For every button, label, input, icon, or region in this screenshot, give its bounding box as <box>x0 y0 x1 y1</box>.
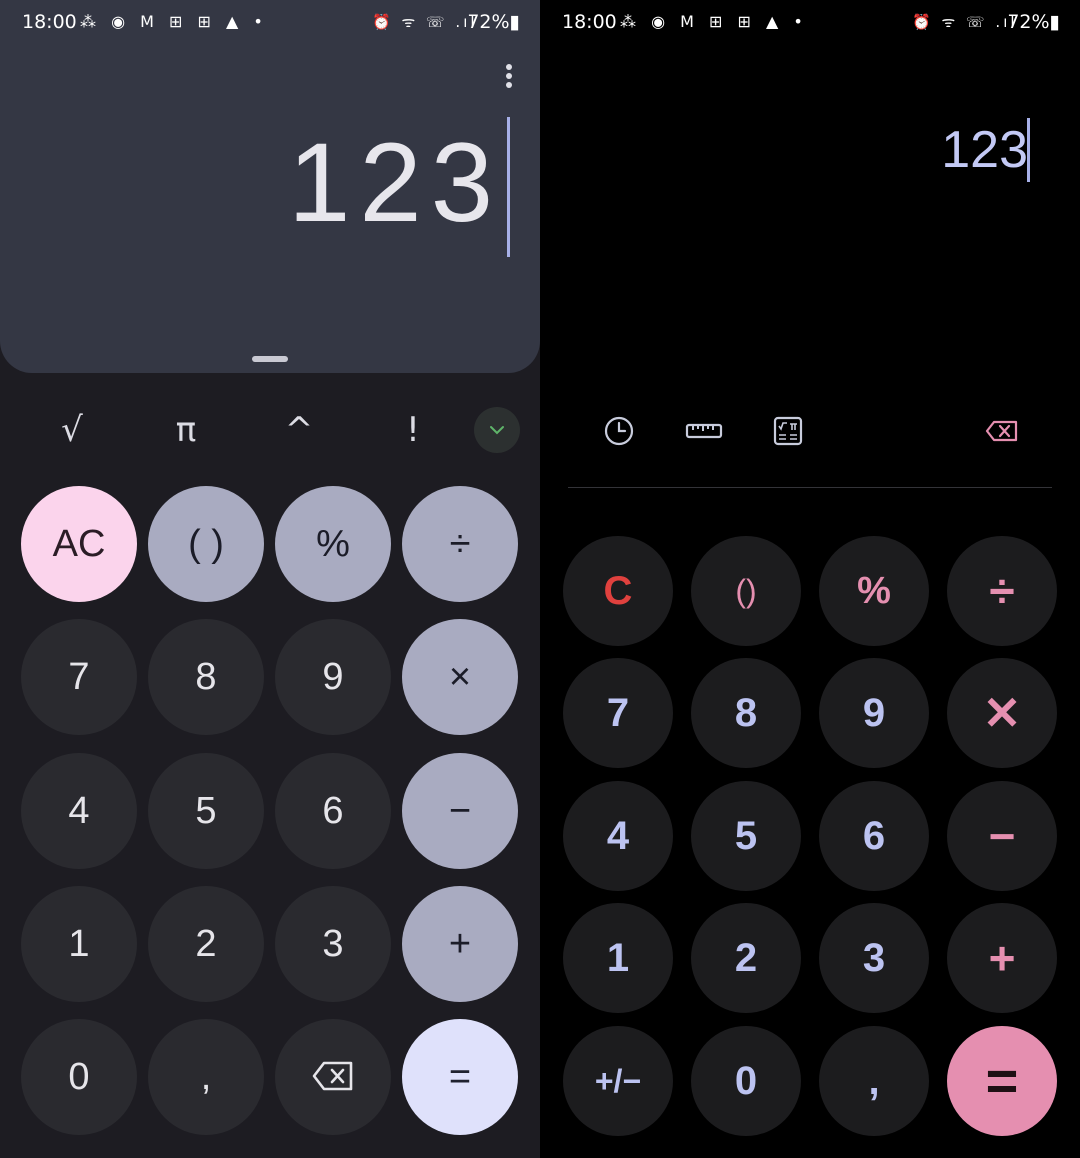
more-vert-icon[interactable] <box>500 64 518 92</box>
digit-8-button[interactable]: 8 <box>148 619 264 735</box>
plus-minus-button[interactable]: +/− <box>563 1026 673 1136</box>
minus-button[interactable]: − <box>947 781 1057 891</box>
equals-button[interactable]: = <box>402 1019 518 1135</box>
power-button[interactable]: ^ <box>259 405 339 455</box>
digit-3-button[interactable]: 3 <box>275 886 391 1002</box>
comma-button[interactable]: , <box>819 1026 929 1136</box>
multiply-button[interactable]: × <box>402 619 518 735</box>
digit-5-button[interactable]: 5 <box>691 781 801 891</box>
digit-7-button[interactable]: 7 <box>21 619 137 735</box>
digit-9-button[interactable]: 9 <box>275 619 391 735</box>
digit-6-button[interactable]: 6 <box>275 753 391 869</box>
text-cursor <box>507 117 510 257</box>
parentheses-button[interactable]: () <box>691 536 801 646</box>
digit-1-button[interactable]: 1 <box>21 886 137 1002</box>
status-time: 18:00 <box>562 11 617 33</box>
digit-4-button[interactable]: 4 <box>563 781 673 891</box>
sqrt-button[interactable]: √ <box>32 405 112 455</box>
clear-button[interactable]: C <box>563 536 673 646</box>
digit-1-button[interactable]: 1 <box>563 903 673 1013</box>
percent-button[interactable]: % <box>275 486 391 602</box>
digit-7-button[interactable]: 7 <box>563 658 673 768</box>
status-bar: 18:00 ⁂ ◉ M ⊞ ⊞ ▲ • ⏰ ᯤ ☏ .ıl 72%▮ <box>540 0 1080 46</box>
text-cursor <box>1027 118 1030 182</box>
percent-button[interactable]: % <box>819 536 929 646</box>
digit-8-button[interactable]: 8 <box>691 658 801 768</box>
plus-button[interactable]: + <box>402 886 518 1002</box>
backspace-icon[interactable] <box>984 414 1020 448</box>
status-time: 18:00 <box>22 11 77 33</box>
pi-button[interactable]: π <box>146 405 226 455</box>
digit-2-button[interactable]: 2 <box>691 903 801 1013</box>
status-bar: 18:00 ⁂ ◉ M ⊞ ⊞ ▲ • ⏰ ᯤ ☏ .ıl 72%▮ <box>0 0 540 46</box>
battery-level: 72%▮ <box>1007 11 1060 33</box>
digit-2-button[interactable]: 2 <box>148 886 264 1002</box>
minus-button[interactable]: − <box>402 753 518 869</box>
digit-0-button[interactable]: 0 <box>691 1026 801 1136</box>
digit-9-button[interactable]: 9 <box>819 658 929 768</box>
equals-button[interactable]: = <box>947 1026 1057 1136</box>
digit-5-button[interactable]: 5 <box>148 753 264 869</box>
system-status-icons: ⏰ ᯤ ☏ .ıl <box>372 13 478 31</box>
digit-4-button[interactable]: 4 <box>21 753 137 869</box>
divider <box>568 487 1052 488</box>
divide-button[interactable]: ÷ <box>402 486 518 602</box>
digit-0-button[interactable]: 0 <box>21 1019 137 1135</box>
drag-handle[interactable] <box>252 356 288 362</box>
backspace-button[interactable] <box>275 1019 391 1135</box>
digit-6-button[interactable]: 6 <box>819 781 929 891</box>
notification-icons: ⁂ ◉ M ⊞ ⊞ ▲ • <box>80 12 268 31</box>
plus-button[interactable]: + <box>947 903 1057 1013</box>
expression-display[interactable]: 123 <box>288 118 502 258</box>
chevron-down-icon <box>490 426 504 435</box>
notification-icons: ⁂ ◉ M ⊞ ⊞ ▲ • <box>620 12 808 31</box>
digit-3-button[interactable]: 3 <box>819 903 929 1013</box>
system-status-icons: ⏰ ᯤ ☏ .ıl <box>912 13 1018 31</box>
google-calculator-panel: 18:00 ⁂ ◉ M ⊞ ⊞ ▲ • ⏰ ᯤ ☏ .ıl 72%▮ 123 √… <box>0 0 540 1158</box>
expression-display[interactable]: 123 <box>941 120 1028 180</box>
comma-button[interactable]: , <box>148 1019 264 1135</box>
battery-level: 72%▮ <box>467 11 520 33</box>
backspace-icon <box>312 1061 353 1091</box>
expand-scientific-button[interactable] <box>474 407 520 453</box>
samsung-calculator-panel: 18:00 ⁂ ◉ M ⊞ ⊞ ▲ • ⏰ ᯤ ☏ .ıl 72%▮ 123 C… <box>540 0 1080 1158</box>
multiply-button[interactable]: ✕ <box>947 658 1057 768</box>
scientific-icon[interactable] <box>771 414 805 448</box>
divide-button[interactable]: ÷ <box>947 536 1057 646</box>
ruler-icon[interactable] <box>684 414 724 448</box>
parentheses-button[interactable]: ( ) <box>148 486 264 602</box>
factorial-button[interactable]: ! <box>373 405 453 455</box>
history-icon[interactable] <box>602 414 636 448</box>
all-clear-button[interactable]: AC <box>21 486 137 602</box>
display-card: 18:00 ⁂ ◉ M ⊞ ⊞ ▲ • ⏰ ᯤ ☏ .ıl 72%▮ 123 <box>0 0 540 373</box>
